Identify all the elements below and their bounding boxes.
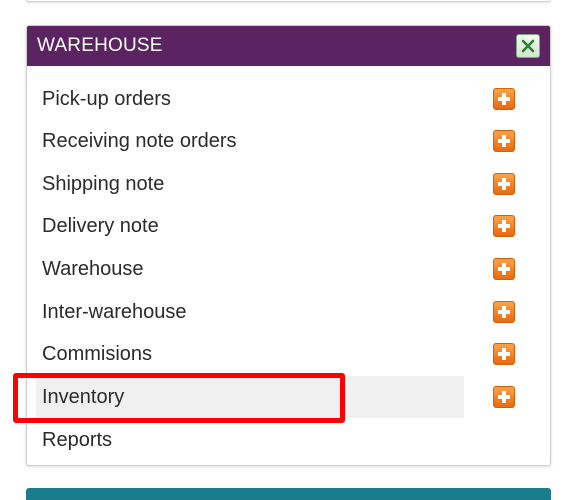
plus-icon[interactable] (493, 88, 515, 110)
plus-icon[interactable] (493, 173, 515, 195)
next-panel-header (26, 488, 551, 500)
menu-item-inter-warehouse: Inter-warehouse (27, 291, 550, 333)
plus-icon[interactable] (493, 301, 515, 323)
plus-icon[interactable] (493, 130, 515, 152)
menu-item-commisions: Commisions (27, 333, 550, 375)
menu-item-label[interactable]: Receiving note orders (36, 120, 464, 162)
menu-item-label[interactable]: Delivery note (36, 205, 464, 247)
menu-item-label[interactable]: Commisions (36, 333, 464, 375)
menu-item-label[interactable]: Inter-warehouse (36, 291, 464, 333)
plus-icon[interactable] (493, 386, 515, 408)
menu-item-delivery-note: Delivery note (27, 205, 550, 247)
plus-icon[interactable] (493, 215, 515, 237)
warehouse-panel: WAREHOUSE Pick-up orders Receiving note … (26, 25, 551, 466)
menu-item-label[interactable]: Warehouse (36, 248, 464, 290)
menu-item-shipping-note: Shipping note (27, 163, 550, 205)
menu-item-label[interactable]: Pick-up orders (36, 78, 464, 120)
panel-header: WAREHOUSE (27, 26, 550, 66)
menu-item-label[interactable]: Inventory (36, 376, 464, 418)
previous-panel-edge (26, 0, 551, 2)
menu-item-receiving-note-orders: Receiving note orders (27, 120, 550, 162)
menu-item-warehouse: Warehouse (27, 248, 550, 290)
plus-icon[interactable] (493, 258, 515, 280)
menu-item-label[interactable]: Shipping note (36, 163, 464, 205)
close-icon[interactable] (516, 34, 540, 58)
menu-item-pick-up-orders: Pick-up orders (27, 78, 550, 120)
panel-title: WAREHOUSE (37, 35, 163, 56)
menu-item-inventory: Inventory (27, 376, 550, 418)
plus-icon[interactable] (493, 343, 515, 365)
menu-item-label[interactable]: Reports (36, 419, 464, 461)
menu-item-reports: Reports (27, 419, 550, 461)
